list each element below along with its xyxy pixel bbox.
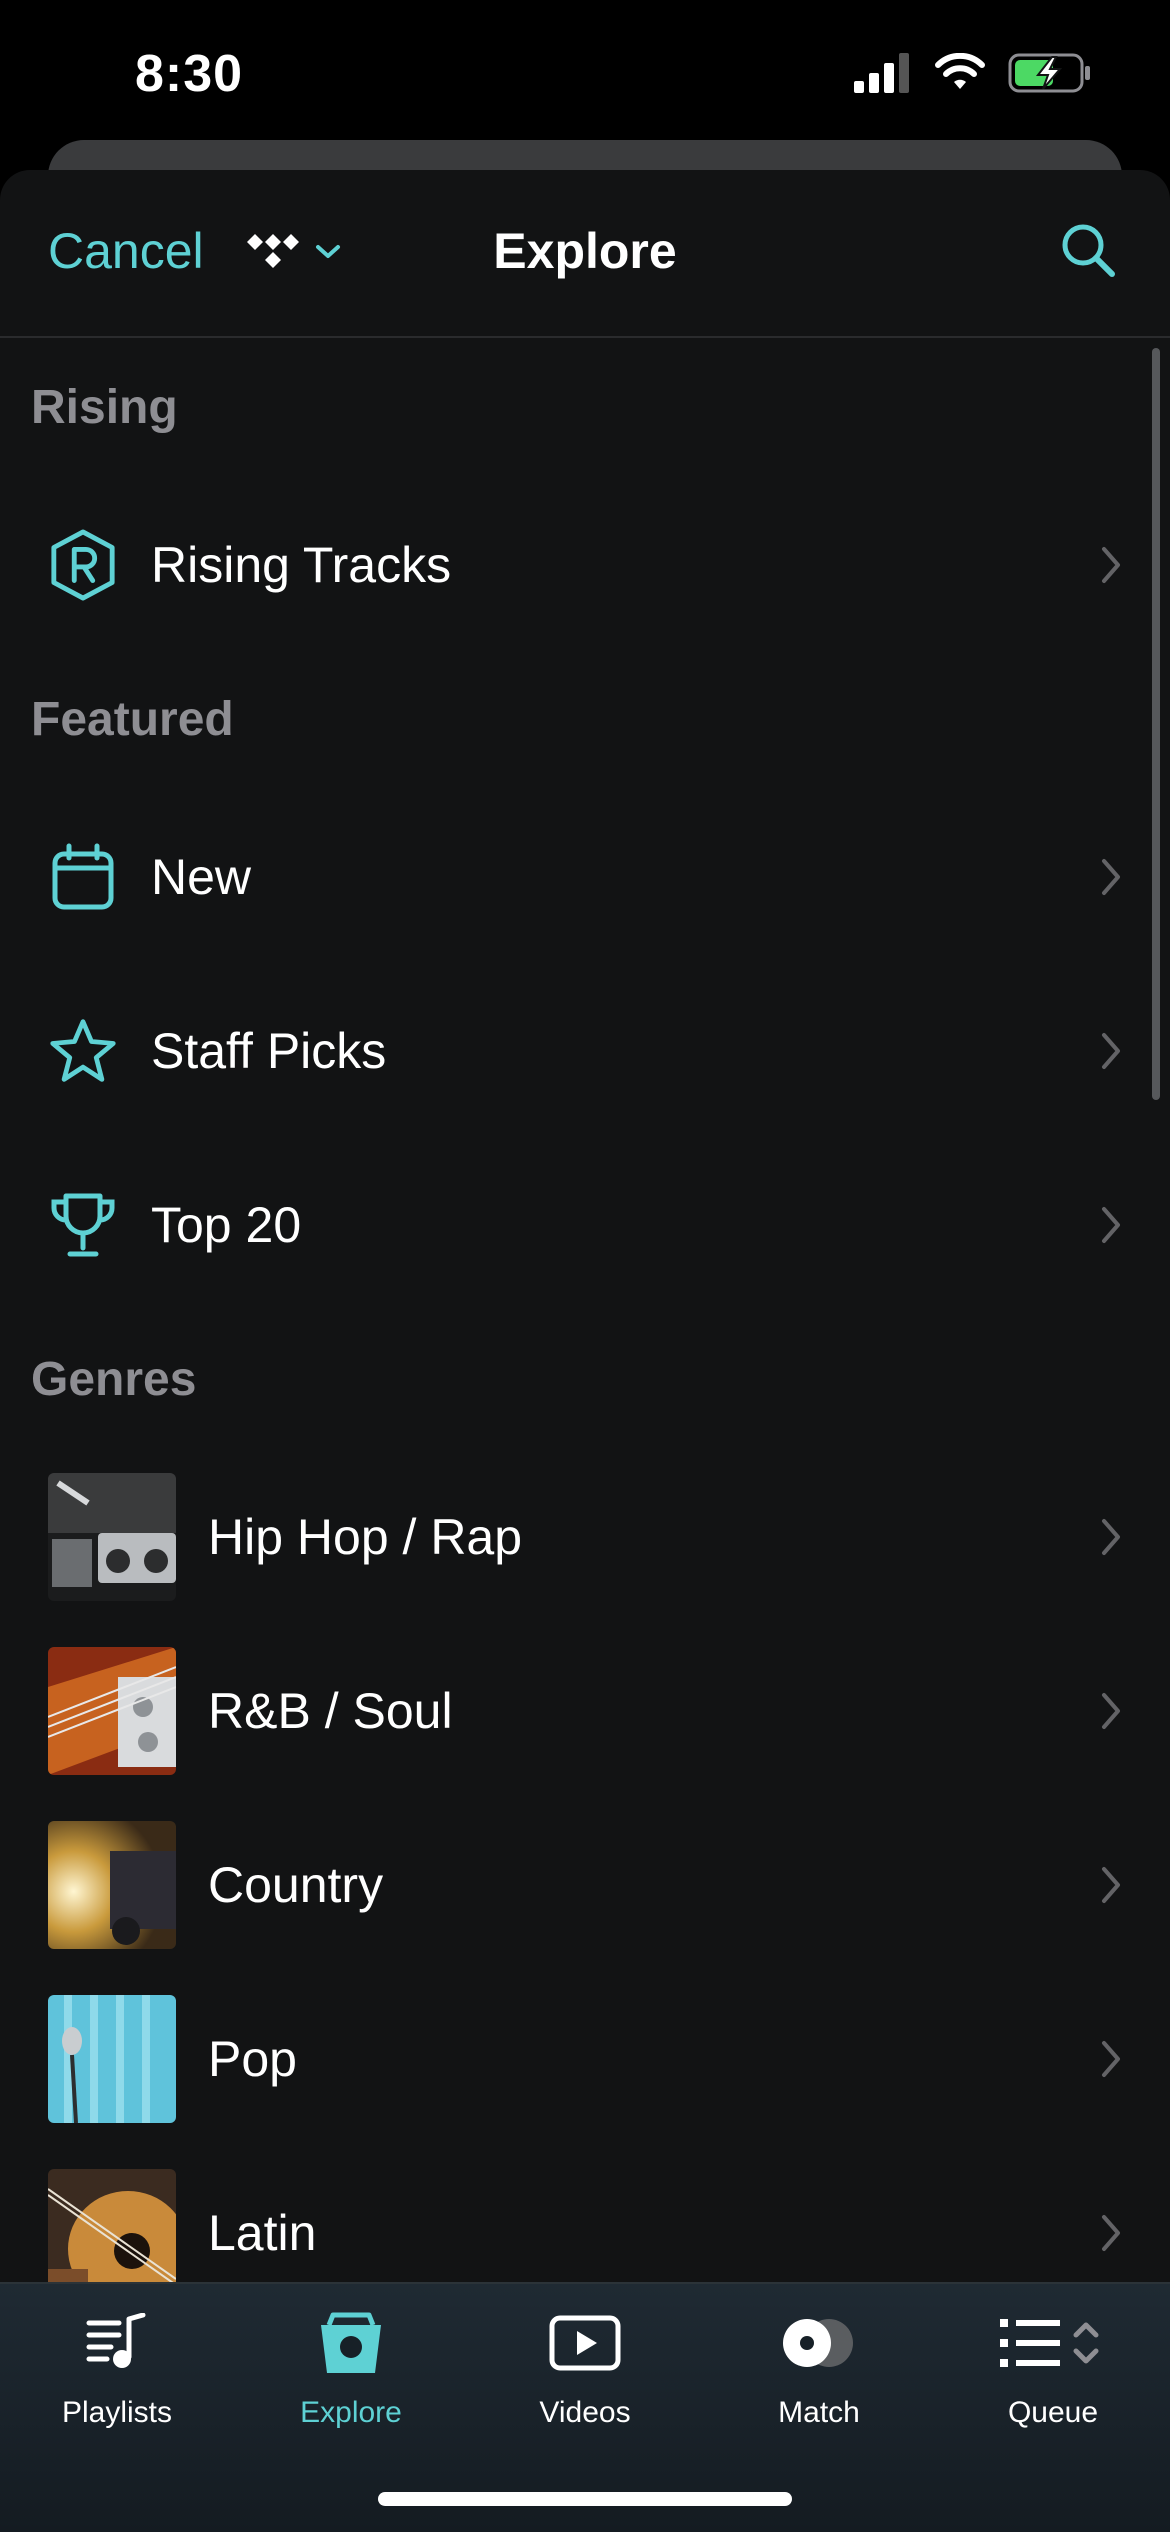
star-icon xyxy=(48,1016,118,1086)
tab-explore[interactable]: Explore xyxy=(234,2308,468,2430)
bass-guitar-thumb xyxy=(48,1647,176,1775)
search-button[interactable] xyxy=(1058,220,1118,285)
section-header-featured: Featured xyxy=(31,693,234,746)
explore-list: Rising Rising Tracks Featured New Staff … xyxy=(0,340,1170,2320)
trophy-icon xyxy=(48,1190,118,1260)
tab-videos[interactable]: Videos xyxy=(468,2308,702,2430)
microphone-thumb xyxy=(48,1995,176,2123)
tab-label: Explore xyxy=(300,2396,402,2429)
list-item-top-20[interactable]: Top 20 xyxy=(0,1138,1170,1312)
chevron-right-icon xyxy=(1102,2041,1120,2077)
list-item-rnb-soul[interactable]: R&B / Soul xyxy=(0,1624,1170,1798)
chevron-right-icon xyxy=(1102,1519,1120,1555)
match-icon xyxy=(781,2308,857,2378)
tab-label: Match xyxy=(778,2396,860,2429)
tab-label: Queue xyxy=(1007,2396,1099,2429)
chevron-right-icon xyxy=(1102,859,1120,895)
videos-icon xyxy=(549,2308,621,2378)
row-label: Staff Picks xyxy=(151,1023,387,1079)
explore-sheet: Explore Cancel Rising Rising Tracks Feat… xyxy=(0,170,1170,2532)
rising-r-icon xyxy=(48,529,118,601)
source-selector[interactable] xyxy=(245,232,341,272)
navigation-bar: Explore Cancel xyxy=(0,170,1170,338)
list-item-country[interactable]: Country xyxy=(0,1798,1170,1972)
row-label: R&B / Soul xyxy=(208,1683,453,1739)
status-time: 8:30 xyxy=(135,45,244,103)
list-item-hip-hop-rap[interactable]: Hip Hop / Rap xyxy=(0,1450,1170,1624)
tab-label: Playlists xyxy=(61,2396,173,2429)
acoustic-guitar-thumb xyxy=(48,2169,176,2297)
tab-playlists[interactable]: Playlists xyxy=(0,2308,234,2430)
list-item-pop[interactable]: Pop xyxy=(0,1972,1170,2146)
status-bar: 8:30 xyxy=(0,0,1170,150)
wifi-icon xyxy=(935,53,985,89)
cellular-signal-icon xyxy=(854,53,909,93)
chevron-right-icon xyxy=(1102,1033,1120,1069)
tab-queue[interactable]: Queue xyxy=(936,2308,1170,2430)
tab-match[interactable]: Match xyxy=(702,2308,936,2430)
list-item-staff-picks[interactable]: Staff Picks xyxy=(0,964,1170,1138)
row-label: Pop xyxy=(208,2031,297,2087)
chevron-right-icon xyxy=(1102,2215,1120,2251)
status-icons xyxy=(854,52,1092,94)
battery-charging-icon xyxy=(1008,53,1090,93)
list-item-rising-tracks[interactable]: Rising Tracks xyxy=(0,478,1170,652)
list-item-new[interactable]: New xyxy=(0,790,1170,964)
chevron-right-icon xyxy=(1102,1693,1120,1729)
queue-icon xyxy=(998,2308,1108,2378)
row-label: Top 20 xyxy=(151,1197,302,1253)
playlists-icon xyxy=(85,2308,149,2378)
row-label: Country xyxy=(208,1857,384,1913)
section-header-genres: Genres xyxy=(31,1353,197,1406)
home-indicator xyxy=(378,2492,792,2506)
scrollbar[interactable] xyxy=(1152,348,1160,1100)
boombox-thumb xyxy=(48,1473,176,1601)
row-label: Latin xyxy=(208,2205,317,2261)
tidal-logo-icon xyxy=(247,234,299,268)
chevron-down-icon xyxy=(316,245,340,258)
calendar-icon xyxy=(48,842,118,912)
cancel-button[interactable]: Cancel xyxy=(48,222,204,280)
row-label: New xyxy=(151,849,252,905)
section-header-rising: Rising xyxy=(31,381,178,434)
chevron-right-icon xyxy=(1102,1867,1120,1903)
row-label: Hip Hop / Rap xyxy=(208,1509,523,1565)
explore-icon xyxy=(317,2308,385,2378)
truck-sunset-thumb xyxy=(48,1821,176,1949)
search-icon xyxy=(1062,224,1115,277)
row-label: Rising Tracks xyxy=(151,537,452,593)
tab-label: Videos xyxy=(539,2396,631,2429)
chevron-right-icon xyxy=(1102,1207,1120,1243)
chevron-right-icon xyxy=(1102,547,1120,583)
